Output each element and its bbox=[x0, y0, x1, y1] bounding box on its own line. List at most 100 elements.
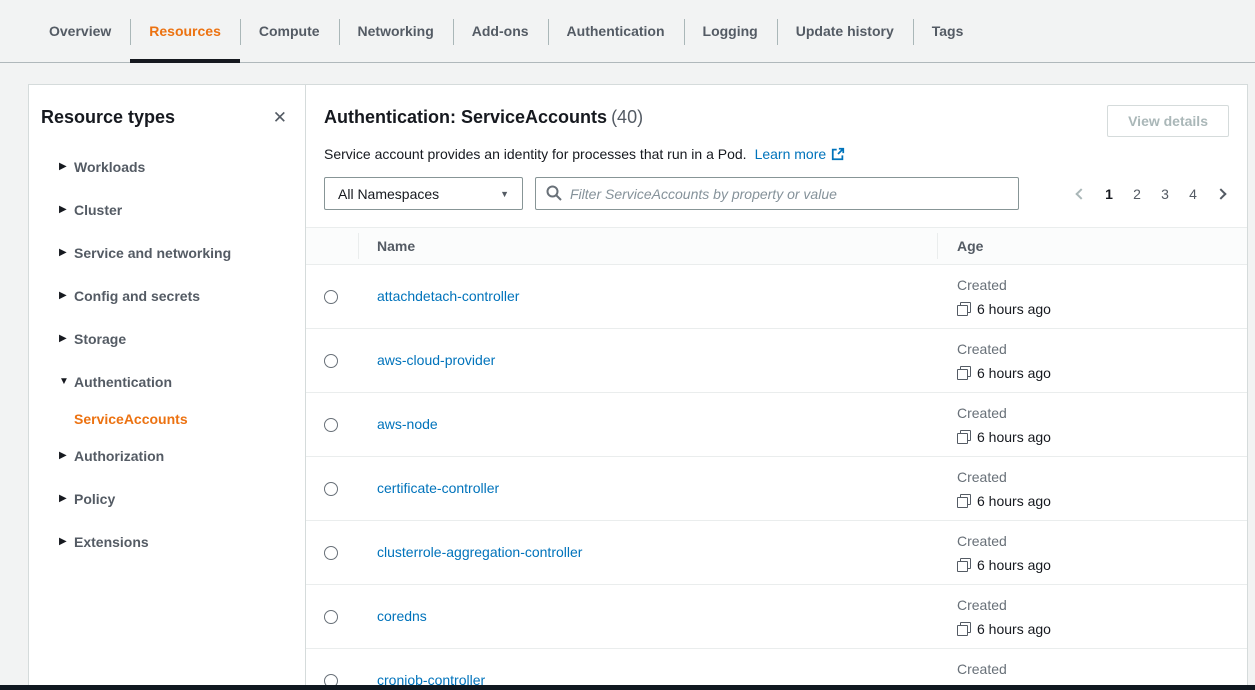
caret-right-icon: ▶ bbox=[59, 536, 74, 547]
page-number-1[interactable]: 1 bbox=[1095, 186, 1123, 202]
sidebar-item-label: Authorization bbox=[74, 448, 164, 464]
tab-compute[interactable]: Compute bbox=[240, 0, 339, 62]
column-header-name: Name bbox=[358, 238, 937, 254]
created-label: Created bbox=[957, 401, 1247, 425]
sidebar-item-workloads[interactable]: ▶ Workloads bbox=[41, 145, 289, 188]
caret-right-icon: ▶ bbox=[59, 450, 74, 461]
sidebar-item-service-and-networking[interactable]: ▶ Service and networking bbox=[41, 231, 289, 274]
external-link-icon bbox=[831, 147, 845, 161]
age-value: 6 hours ago bbox=[977, 553, 1051, 577]
caret-right-icon: ▶ bbox=[59, 247, 74, 258]
serviceaccounts-panel: Authentication: ServiceAccounts(40) View… bbox=[306, 85, 1247, 685]
page-number-2[interactable]: 2 bbox=[1123, 186, 1151, 202]
serviceaccount-link[interactable]: clusterrole-aggregation-controller bbox=[377, 544, 582, 560]
page-number-4[interactable]: 4 bbox=[1179, 186, 1207, 202]
page-number-3[interactable]: 3 bbox=[1151, 186, 1179, 202]
copy-icon[interactable] bbox=[957, 302, 971, 316]
sidebar-item-label: Service and networking bbox=[74, 245, 231, 261]
sidebar-item-label: Authentication bbox=[74, 374, 172, 390]
sidebar-item-serviceaccounts[interactable]: ServiceAccounts bbox=[41, 403, 289, 434]
next-page-icon[interactable] bbox=[1215, 188, 1226, 199]
row-radio-button[interactable] bbox=[324, 354, 338, 368]
sidebar-title: Resource types bbox=[41, 107, 175, 128]
serviceaccount-link[interactable]: attachdetach-controller bbox=[377, 288, 519, 304]
learn-more-link[interactable]: Learn more bbox=[755, 146, 846, 162]
tab-update-history[interactable]: Update history bbox=[777, 0, 913, 62]
serviceaccount-link[interactable]: coredns bbox=[377, 608, 427, 624]
serviceaccount-link[interactable]: certificate-controller bbox=[377, 480, 499, 496]
table-row: aws-node Created 6 hours ago bbox=[306, 393, 1247, 457]
sidebar-item-policy[interactable]: ▶ Policy bbox=[41, 477, 289, 520]
table-row: aws-cloud-provider Created 6 hours ago bbox=[306, 329, 1247, 393]
caret-right-icon: ▶ bbox=[59, 493, 74, 504]
caret-right-icon: ▶ bbox=[59, 290, 74, 301]
bottom-window-edge bbox=[0, 685, 1255, 690]
copy-icon[interactable] bbox=[957, 494, 971, 508]
resource-types-sidebar: Resource types ✕ ▶ Workloads ▶ Cluster ▶… bbox=[29, 85, 306, 685]
previous-page-icon[interactable] bbox=[1075, 188, 1086, 199]
age-value: 6 hours ago bbox=[977, 617, 1051, 641]
filter-input[interactable] bbox=[535, 177, 1019, 210]
panel-description: Service account provides an identity for… bbox=[324, 146, 747, 162]
sidebar-item-label: Policy bbox=[74, 491, 115, 507]
copy-icon[interactable] bbox=[957, 366, 971, 380]
age-value: 6 hours ago bbox=[977, 489, 1051, 513]
tab-bar: Overview Resources Compute Networking Ad… bbox=[0, 0, 1255, 63]
sidebar-subitem-label: ServiceAccounts bbox=[74, 411, 188, 427]
sidebar-item-label: Storage bbox=[74, 331, 126, 347]
sidebar-item-authentication[interactable]: ▼ Authentication bbox=[41, 360, 289, 403]
page-title: Authentication: ServiceAccounts(40) bbox=[324, 105, 643, 129]
close-icon[interactable]: ✕ bbox=[271, 107, 289, 128]
row-radio-button[interactable] bbox=[324, 290, 338, 304]
row-radio-button[interactable] bbox=[324, 610, 338, 624]
tab-authentication[interactable]: Authentication bbox=[548, 0, 684, 62]
serviceaccount-link[interactable]: aws-node bbox=[377, 416, 438, 432]
sidebar-item-storage[interactable]: ▶ Storage bbox=[41, 317, 289, 360]
pagination: 1 2 3 4 bbox=[1073, 186, 1229, 202]
sidebar-item-extensions[interactable]: ▶ Extensions bbox=[41, 520, 289, 563]
sidebar-item-authorization[interactable]: ▶ Authorization bbox=[41, 434, 289, 477]
column-header-age: Age bbox=[937, 238, 1247, 254]
created-label: Created bbox=[957, 657, 1247, 681]
sidebar-item-cluster[interactable]: ▶ Cluster bbox=[41, 188, 289, 231]
caret-down-icon: ▼ bbox=[59, 376, 74, 387]
age-value: 6 hours ago bbox=[977, 297, 1051, 321]
tab-networking[interactable]: Networking bbox=[339, 0, 453, 62]
search-box bbox=[535, 177, 1019, 210]
tab-resources[interactable]: Resources bbox=[130, 0, 240, 62]
sidebar-item-label: Extensions bbox=[74, 534, 149, 550]
serviceaccount-link[interactable]: cronjob-controller bbox=[377, 672, 485, 687]
sidebar-item-config-and-secrets[interactable]: ▶ Config and secrets bbox=[41, 274, 289, 317]
sidebar-item-label: Cluster bbox=[74, 202, 122, 218]
serviceaccounts-table: Name Age attachdetach-controller Created… bbox=[306, 227, 1247, 686]
row-radio-button[interactable] bbox=[324, 418, 338, 432]
namespace-filter-value: All Namespaces bbox=[338, 186, 439, 202]
age-value: 6 hours ago bbox=[977, 425, 1051, 449]
table-row: attachdetach-controller Created 6 hours … bbox=[306, 265, 1247, 329]
age-value: 6 hours ago bbox=[977, 361, 1051, 385]
table-row: clusterrole-aggregation-controller Creat… bbox=[306, 521, 1247, 585]
tab-logging[interactable]: Logging bbox=[684, 0, 777, 62]
table-row: certificate-controller Created 6 hours a… bbox=[306, 457, 1247, 521]
serviceaccount-link[interactable]: aws-cloud-provider bbox=[377, 352, 495, 368]
copy-icon[interactable] bbox=[957, 622, 971, 636]
created-label: Created bbox=[957, 593, 1247, 617]
caret-right-icon: ▶ bbox=[59, 161, 74, 172]
caret-right-icon: ▶ bbox=[59, 204, 74, 215]
copy-icon[interactable] bbox=[957, 558, 971, 572]
table-row: cronjob-controller Created 6 hours ago bbox=[306, 649, 1247, 686]
copy-icon[interactable] bbox=[957, 430, 971, 444]
created-label: Created bbox=[957, 465, 1247, 489]
tab-tags[interactable]: Tags bbox=[913, 0, 983, 62]
row-radio-button[interactable] bbox=[324, 482, 338, 496]
created-label: Created bbox=[957, 273, 1247, 297]
view-details-button[interactable]: View details bbox=[1107, 105, 1229, 137]
namespace-filter-dropdown[interactable]: All Namespaces ▼ bbox=[324, 177, 523, 210]
row-radio-button[interactable] bbox=[324, 546, 338, 560]
tab-add-ons[interactable]: Add-ons bbox=[453, 0, 548, 62]
created-label: Created bbox=[957, 529, 1247, 553]
tab-overview[interactable]: Overview bbox=[30, 0, 130, 62]
sidebar-item-label: Config and secrets bbox=[74, 288, 200, 304]
created-label: Created bbox=[957, 337, 1247, 361]
search-icon bbox=[546, 185, 562, 201]
